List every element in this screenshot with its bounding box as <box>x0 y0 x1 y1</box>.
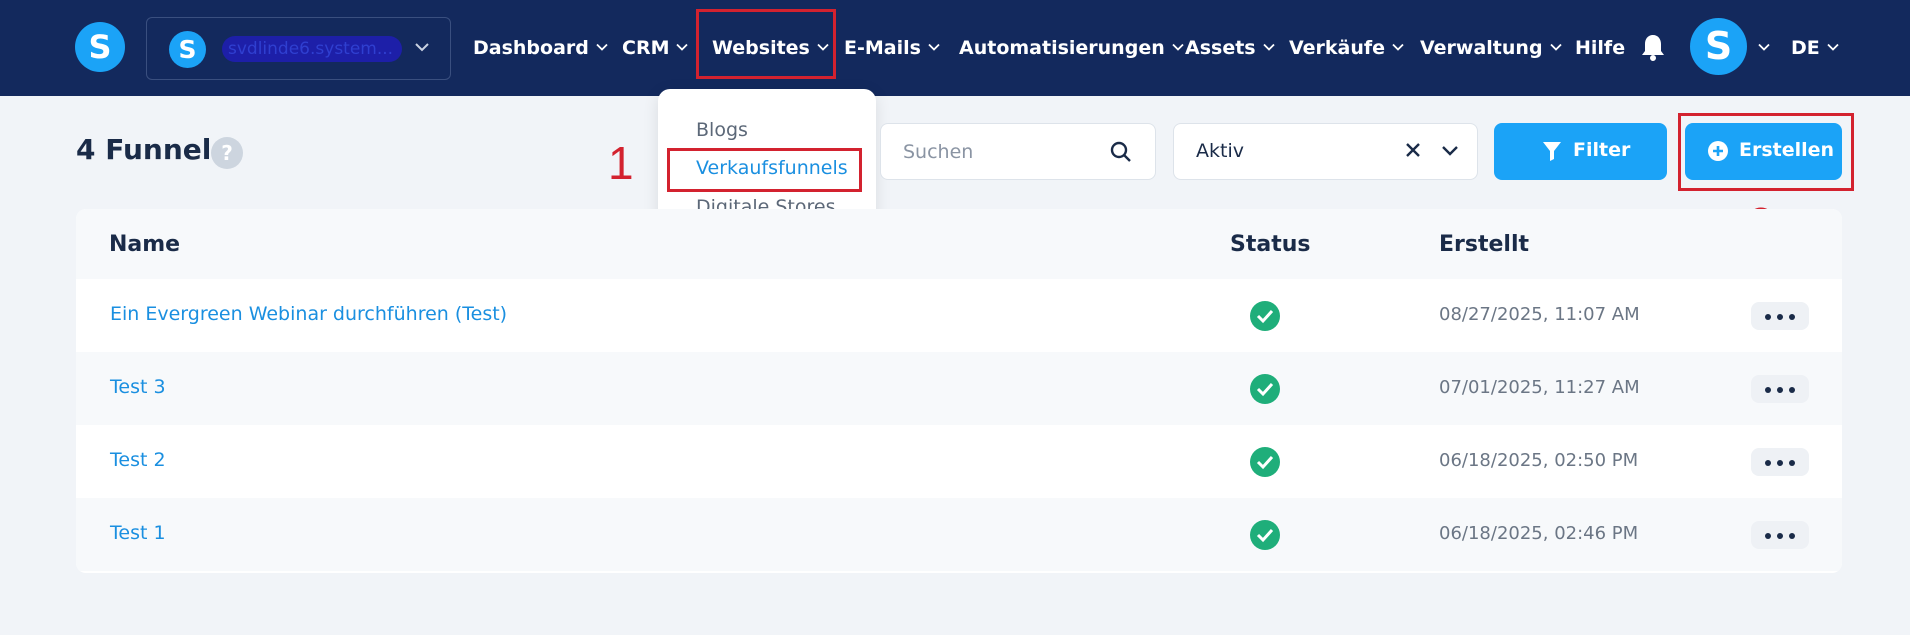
nav-automatisierungen-label: Automatisierungen <box>959 37 1165 59</box>
chevron-down-icon[interactable] <box>1440 143 1460 159</box>
row-actions-button[interactable] <box>1751 521 1809 549</box>
table-row: Test 1 06/18/2025, 02:46 PM <box>76 498 1842 571</box>
row-actions-button[interactable] <box>1751 302 1809 330</box>
funnel-name-link[interactable]: Ein Evergreen Webinar durchführen (Test) <box>110 303 507 325</box>
nav-automatisierungen[interactable]: Automatisierungen <box>959 0 1185 96</box>
column-header-status[interactable]: Status <box>1230 232 1310 257</box>
dropdown-item-blogs[interactable]: Blogs <box>696 119 748 141</box>
row-actions-button[interactable] <box>1751 448 1809 476</box>
account-avatar: S <box>169 31 206 68</box>
column-header-created[interactable]: Erstellt <box>1439 232 1529 257</box>
column-header-name[interactable]: Name <box>109 232 180 257</box>
chevron-down-icon[interactable] <box>1757 39 1771 58</box>
highlight-box-websites <box>696 9 836 79</box>
created-date: 07/01/2025, 11:27 AM <box>1439 377 1640 398</box>
nav-assets[interactable]: Assets <box>1185 0 1276 96</box>
top-navigation-bar: S S svdlinde6.system... Dashboard CRM We… <box>0 0 1910 96</box>
row-actions-button[interactable] <box>1751 375 1809 403</box>
nav-crm-label: CRM <box>622 37 670 59</box>
status-filter-value: Aktiv <box>1196 140 1244 162</box>
language-label: DE <box>1791 37 1820 59</box>
nav-crm[interactable]: CRM <box>622 0 689 96</box>
created-date: 06/18/2025, 02:50 PM <box>1439 450 1639 471</box>
clear-icon[interactable] <box>1404 141 1422 163</box>
search-icon[interactable] <box>1109 140 1133 168</box>
annotation-step-1: 1 <box>608 137 634 189</box>
user-avatar[interactable]: S <box>1690 18 1747 75</box>
bell-icon[interactable] <box>1640 33 1666 65</box>
chevron-down-icon <box>1549 40 1563 54</box>
funnel-name-link[interactable]: Test 3 <box>110 376 166 398</box>
search-input[interactable] <box>903 138 1103 166</box>
table-header: Name Status Erstellt <box>76 209 1842 279</box>
nav-hilfe[interactable]: Hilfe <box>1575 0 1625 96</box>
account-name: svdlinde6.system... <box>222 36 402 62</box>
app-logo[interactable]: S <box>75 22 125 72</box>
nav-assets-label: Assets <box>1185 37 1256 59</box>
page-title: 4 Funnel <box>76 133 212 166</box>
language-switcher[interactable]: DE <box>1791 0 1840 96</box>
chevron-down-icon <box>1262 40 1276 54</box>
chevron-down-icon <box>927 40 941 54</box>
chevron-down-icon <box>595 40 609 54</box>
highlight-box-create <box>1678 113 1854 191</box>
chevron-down-icon <box>1391 40 1405 54</box>
highlight-box-verkaufsfunnels <box>667 148 862 192</box>
table-row: Ein Evergreen Webinar durchführen (Test)… <box>76 279 1842 352</box>
status-check-icon <box>1250 301 1280 331</box>
nav-emails[interactable]: E-Mails <box>844 0 941 96</box>
filter-icon <box>1542 140 1562 167</box>
chevron-down-icon <box>413 38 431 56</box>
nav-verwaltung-label: Verwaltung <box>1420 37 1543 59</box>
nav-dashboard-label: Dashboard <box>473 37 589 59</box>
nav-verkaeufe-label: Verkäufe <box>1289 37 1386 59</box>
nav-verkaeufe[interactable]: Verkäufe <box>1289 0 1405 96</box>
nav-hilfe-label: Hilfe <box>1575 37 1626 59</box>
status-check-icon <box>1250 520 1280 550</box>
table-row: Test 3 07/01/2025, 11:27 AM <box>76 352 1842 425</box>
search-box <box>880 123 1156 180</box>
filter-button-label: Filter <box>1573 139 1631 161</box>
status-check-icon <box>1250 447 1280 477</box>
chevron-down-icon <box>1171 40 1185 54</box>
nav-dashboard[interactable]: Dashboard <box>473 0 609 96</box>
chevron-down-icon <box>675 40 689 54</box>
status-check-icon <box>1250 374 1280 404</box>
account-switcher[interactable]: S svdlinde6.system... <box>146 17 451 80</box>
nav-emails-label: E-Mails <box>844 37 921 59</box>
funnel-table: Name Status Erstellt Ein Evergreen Webin… <box>76 209 1842 573</box>
funnel-name-link[interactable]: Test 1 <box>110 522 166 544</box>
nav-verwaltung[interactable]: Verwaltung <box>1420 0 1563 96</box>
help-icon[interactable]: ? <box>211 137 243 169</box>
filter-button[interactable]: Filter <box>1494 123 1667 180</box>
created-date: 08/27/2025, 11:07 AM <box>1439 304 1640 325</box>
status-filter-select[interactable]: Aktiv <box>1173 123 1478 180</box>
created-date: 06/18/2025, 02:46 PM <box>1439 523 1639 544</box>
table-row: Test 2 06/18/2025, 02:50 PM <box>76 425 1842 498</box>
chevron-down-icon <box>1826 40 1840 54</box>
funnel-name-link[interactable]: Test 2 <box>110 449 166 471</box>
